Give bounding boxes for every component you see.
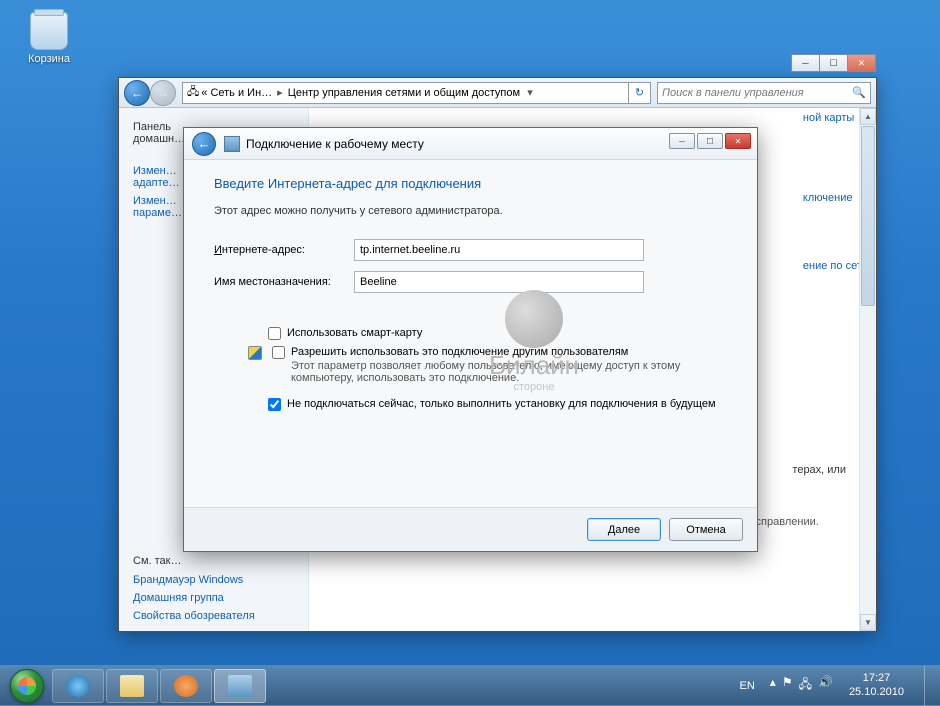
breadcrumb[interactable]: 🖧 « Сеть и Ин… ▸ Центр управления сетями… bbox=[182, 82, 629, 104]
recycle-bin[interactable]: Корзина bbox=[22, 12, 76, 65]
clock[interactable]: 17:27 25.10.2010 bbox=[843, 672, 910, 698]
refresh-button[interactable]: ↻ bbox=[629, 82, 651, 104]
show-desktop-button[interactable] bbox=[924, 666, 934, 706]
window-controls: ─ ☐ ✕ bbox=[792, 54, 876, 72]
wizard-heading: Введите Интернета-адрес для подключения bbox=[214, 176, 727, 191]
taskbar-ie[interactable] bbox=[52, 669, 104, 703]
system-tray: EN ▴ ⚑ 🖧 🔊 17:27 25.10.2010 bbox=[735, 666, 936, 706]
chevron-right-icon: ▸ bbox=[274, 86, 286, 99]
scrollbar[interactable]: ▲ ▼ bbox=[859, 108, 876, 631]
tray-icons[interactable]: ▴ ⚑ 🖧 🔊 bbox=[770, 675, 833, 696]
wizard-close-button[interactable]: ✕ bbox=[725, 133, 751, 149]
taskbar-controlpanel[interactable] bbox=[214, 669, 266, 703]
nav-forward-button[interactable]: → bbox=[150, 80, 176, 106]
folder-icon bbox=[120, 675, 144, 697]
clock-time: 17:27 bbox=[849, 672, 904, 685]
scroll-up-icon[interactable]: ▲ bbox=[860, 108, 876, 125]
scroll-thumb[interactable] bbox=[861, 126, 875, 306]
wizard-hint: Этот адрес можно получить у сетевого адм… bbox=[214, 205, 727, 217]
wizard-icon bbox=[224, 136, 240, 152]
clock-date: 25.10.2010 bbox=[849, 686, 904, 699]
windows-logo-icon bbox=[10, 669, 44, 703]
allow-others-label: Разрешить использовать это подключение д… bbox=[291, 346, 628, 358]
sidebar-link-firewall[interactable]: Брандмауэр Windows bbox=[127, 571, 307, 589]
minimize-button[interactable]: ─ bbox=[791, 54, 820, 72]
sidebar-link-homegroup[interactable]: Домашняя группа bbox=[127, 589, 307, 607]
taskbar-explorer[interactable] bbox=[106, 669, 158, 703]
smartcard-label: Использовать смарт-карту bbox=[287, 327, 422, 339]
ie-icon bbox=[66, 675, 90, 697]
control-panel-icon bbox=[228, 675, 252, 697]
dont-connect-now-label: Не подключаться сейчас, только выполнить… bbox=[287, 398, 716, 410]
wizard-back-button[interactable]: ← bbox=[192, 132, 216, 156]
taskbar-mediaplayer[interactable] bbox=[160, 669, 212, 703]
shield-icon bbox=[248, 346, 262, 360]
cancel-button[interactable]: Отмена bbox=[669, 518, 743, 541]
internet-address-input[interactable] bbox=[354, 239, 644, 261]
wizard-maximize-button[interactable]: ☐ bbox=[697, 133, 723, 149]
destination-name-label: Имя местоназначения: bbox=[214, 276, 354, 288]
network-icon: 🖧 bbox=[187, 83, 199, 102]
taskbar: EN ▴ ⚑ 🖧 🔊 17:27 25.10.2010 bbox=[0, 665, 940, 705]
maximize-button[interactable]: ☐ bbox=[819, 54, 848, 72]
language-indicator[interactable]: EN bbox=[735, 678, 760, 694]
allow-others-desc: Этот параметр позволяет любому пользоват… bbox=[291, 360, 727, 384]
internet-address-label: Интернете-адрес: bbox=[214, 244, 354, 256]
close-button[interactable]: ✕ bbox=[847, 54, 876, 72]
allow-others-checkbox[interactable] bbox=[272, 346, 285, 359]
media-player-icon bbox=[174, 675, 198, 697]
other-computers-text: терах, или bbox=[792, 464, 846, 476]
flag-icon[interactable]: ⚑ bbox=[782, 675, 793, 696]
wizard-minimize-button[interactable]: ─ bbox=[669, 133, 695, 149]
search-placeholder: Поиск в панели управления bbox=[662, 87, 804, 99]
breadcrumb-part[interactable]: « Сеть и Ин… bbox=[201, 87, 272, 99]
tray-chevron-icon[interactable]: ▴ bbox=[770, 675, 776, 696]
breadcrumb-part[interactable]: Центр управления сетями и общим доступом bbox=[288, 87, 520, 99]
vpn-wizard-dialog: ─ ☐ ✕ ← Подключение к рабочему месту Бил… bbox=[183, 127, 758, 552]
network-tray-icon[interactable]: 🖧 bbox=[799, 675, 812, 696]
destination-name-input[interactable] bbox=[354, 271, 644, 293]
scroll-down-icon[interactable]: ▼ bbox=[860, 614, 876, 631]
search-icon: 🔍 bbox=[852, 86, 866, 99]
sidebar-see-also: См. так… bbox=[127, 551, 307, 571]
wizard-title: Подключение к рабочему месту bbox=[246, 137, 424, 151]
recycle-bin-label: Корзина bbox=[22, 53, 76, 65]
volume-icon[interactable]: 🔊 bbox=[818, 675, 833, 696]
smartcard-checkbox[interactable] bbox=[268, 327, 281, 340]
recycle-bin-icon bbox=[30, 12, 68, 50]
search-input[interactable]: Поиск в панели управления 🔍 bbox=[657, 82, 871, 104]
breadcrumb-dropdown[interactable]: ▾ bbox=[522, 86, 538, 99]
dont-connect-now-checkbox[interactable] bbox=[268, 398, 281, 411]
start-button[interactable] bbox=[4, 668, 50, 704]
address-bar: ← → 🖧 « Сеть и Ин… ▸ Центр управления се… bbox=[119, 78, 876, 108]
nav-back-button[interactable]: ← bbox=[124, 80, 150, 106]
next-button[interactable]: Далее bbox=[587, 518, 661, 541]
sidebar-link-ieoptions[interactable]: Свойства обозревателя bbox=[127, 607, 307, 625]
